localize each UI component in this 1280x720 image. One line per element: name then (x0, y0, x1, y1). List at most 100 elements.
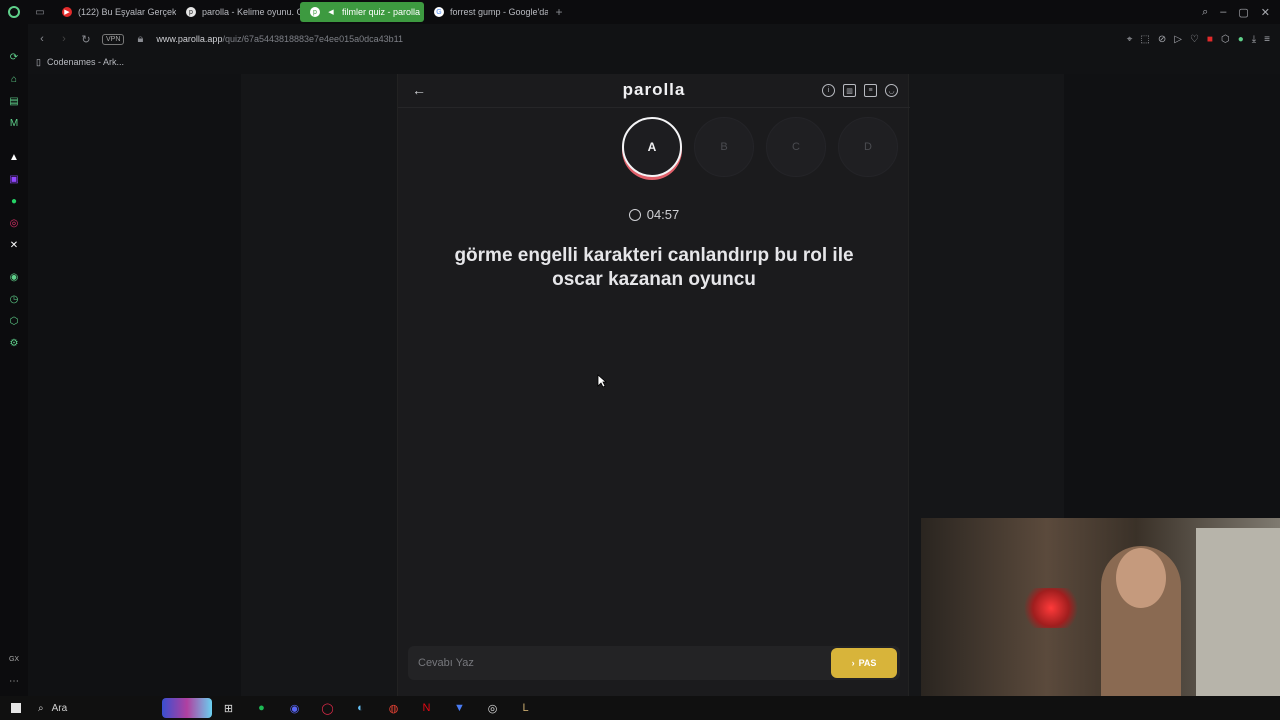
pin-icon[interactable]: ⌖ (1127, 34, 1133, 45)
comment-icon[interactable]: ≡ (864, 84, 877, 97)
search-label: Ara (51, 702, 68, 714)
bookmark-file-icon: ▯ (36, 56, 41, 67)
tab-parolla[interactable]: p parolla - Kelime oyunu. G (176, 2, 300, 22)
answer-bar: › PAS (408, 646, 900, 680)
extension-icon[interactable]: ⬡ (1221, 34, 1230, 45)
settings-icon[interactable]: ⚙ (7, 336, 21, 350)
answer-input[interactable] (408, 646, 831, 680)
timer: 04:57 (398, 207, 910, 222)
url-path: /quiz/67a5443818883e7e4ee015a0dca43b11 (222, 34, 403, 44)
netflix-icon[interactable]: N (410, 696, 443, 720)
search-icon[interactable]: ⌕ (1202, 6, 1208, 19)
letter-d: D (838, 117, 898, 177)
taskbar-search[interactable]: ⌕ Ara (32, 696, 162, 720)
new-tab-button[interactable]: + (548, 5, 570, 19)
play-circle-icon[interactable]: ◉ (7, 270, 21, 284)
adblock-icon[interactable]: ⊘ (1158, 34, 1166, 45)
webcam-window-light (1196, 528, 1280, 696)
letter-row: A B C D (622, 117, 898, 177)
player-icon[interactable]: ▤ (7, 94, 21, 108)
task-view-icon[interactable]: ⊞ (212, 696, 245, 720)
download-icon[interactable]: ⤓ (1252, 34, 1256, 45)
letter-c: C (766, 117, 826, 177)
bookmark-codenames[interactable]: Codenames - Ark... (47, 57, 124, 67)
maximize-button[interactable]: ▢ (1238, 6, 1248, 19)
extension-red-icon[interactable]: ■ (1207, 34, 1213, 45)
parolla-app: ← parolla i ▥ ≡ ◡ A B C D 04:57 görme en… (397, 74, 910, 696)
user-icon[interactable]: ◡ (885, 84, 898, 97)
letter-b: B (694, 117, 754, 177)
snapshot-icon[interactable]: ⬚ (1140, 34, 1149, 45)
opera-gx-logo-icon[interactable] (0, 0, 28, 24)
stats-icon[interactable]: ▥ (843, 84, 856, 97)
menu-icon[interactable]: ≡ (1264, 34, 1270, 45)
minimize-button[interactable]: – (1220, 6, 1226, 19)
pass-label: PAS (858, 658, 877, 668)
spotify-icon[interactable]: ● (245, 696, 278, 720)
forward-icon[interactable]: › (58, 33, 70, 45)
lock-icon[interactable]: 🔒︎ (134, 33, 146, 46)
timer-value: 04:57 (646, 207, 680, 222)
heart-icon[interactable]: ♡ (1190, 34, 1199, 45)
league-icon[interactable]: L (509, 696, 542, 720)
page-margin-left (28, 74, 241, 696)
parolla-favicon-icon: p (186, 7, 196, 17)
tab-label: (122) Bu Eşyalar Gerçekte (78, 7, 176, 17)
tab-filmler-quiz[interactable]: p ◀ filmler quiz - parolla (300, 2, 424, 22)
webcam-red-light (1021, 588, 1081, 628)
tab-youtube[interactable]: ▶ (122) Bu Eşyalar Gerçekte (52, 2, 176, 22)
app-header: ← parolla i ▥ ≡ ◡ (398, 74, 910, 108)
whatsapp-icon[interactable]: ● (7, 194, 21, 208)
bookmarks-bar: ▯ Codenames - Ark... (28, 54, 124, 70)
browser-tab-bar: ▭ ▶ (122) Bu Eşyalar Gerçekte p parolla … (0, 0, 1280, 24)
pass-button[interactable]: › PAS (831, 648, 897, 678)
chrome-icon[interactable]: ◍ (377, 696, 410, 720)
header-icons: i ▥ ≡ ◡ (822, 84, 898, 97)
history-icon[interactable]: ◷ (7, 292, 21, 306)
tab-google[interactable]: G forrest gump - Google'da (424, 2, 548, 22)
back-icon[interactable]: ‹ (36, 33, 48, 45)
url-host: www.parolla.app (156, 34, 223, 44)
parolla-favicon-icon: p (310, 7, 320, 17)
gx-label-icon[interactable]: GX (7, 652, 21, 666)
windows-start-icon[interactable] (0, 696, 32, 720)
youtube-icon: ▶ (62, 7, 72, 17)
clock-icon (628, 209, 641, 221)
vpn-app-icon[interactable]: ▼ (443, 696, 476, 720)
mouse-cursor-icon (597, 374, 607, 388)
toolbar-right: ⌖ ⬚ ⊘ ▷ ♡ ■ ⬡ ● ⤓ ≡ (1127, 34, 1280, 45)
gx-control-icon[interactable]: ⌂ (7, 72, 21, 86)
more-icon[interactable]: ⋯ (7, 674, 21, 688)
widgets-icon[interactable] (162, 698, 212, 718)
instagram-icon[interactable]: ◎ (7, 216, 21, 230)
play-icon[interactable]: ▷ (1174, 34, 1182, 45)
speaker-icon: ◀ (328, 9, 334, 16)
extension-green-icon[interactable]: ● (1238, 34, 1244, 45)
twitch-icon[interactable]: ▣ (7, 172, 21, 186)
tab-label: filmler quiz - parolla (342, 7, 421, 17)
close-button[interactable]: ✕ (1261, 6, 1270, 19)
vpn-badge[interactable]: VPN (102, 33, 125, 45)
google-icon: G (434, 7, 444, 17)
extensions-icon[interactable]: ⬡ (7, 314, 21, 328)
x-icon[interactable]: ✕ (7, 238, 21, 252)
gx-corner-icon[interactable]: ⟳ (7, 50, 21, 64)
tab-label: parolla - Kelime oyunu. G (202, 7, 300, 17)
url-field[interactable]: www.parolla.app/quiz/67a5443818883e7e4ee… (156, 34, 403, 44)
chevron-right-icon: › (851, 658, 855, 668)
opera-gx-icon[interactable]: ◯ (311, 696, 344, 720)
arrow-app-icon[interactable]: ▲ (7, 150, 21, 164)
info-icon[interactable]: i (822, 84, 835, 97)
tab-switcher-icon[interactable]: ▭ (28, 0, 52, 24)
obs-icon[interactable]: ◎ (476, 696, 509, 720)
tab-label: forrest gump - Google'da (450, 7, 548, 17)
steam-icon[interactable]: ◐ (344, 696, 377, 720)
reload-icon[interactable]: ↻ (80, 33, 92, 46)
webcam-head (1116, 548, 1166, 608)
search-icon: ⌕ (38, 702, 44, 714)
window-controls: ⌕ – ▢ ✕ (1202, 6, 1280, 19)
windows-taskbar: ⌕ Ara ⊞ ● ◉ ◯ ◐ ◍ N ▼ ◎ L (0, 696, 1280, 720)
discord-icon[interactable]: ◉ (278, 696, 311, 720)
letter-a: A (622, 117, 682, 177)
messenger-icon[interactable]: M (7, 116, 21, 130)
